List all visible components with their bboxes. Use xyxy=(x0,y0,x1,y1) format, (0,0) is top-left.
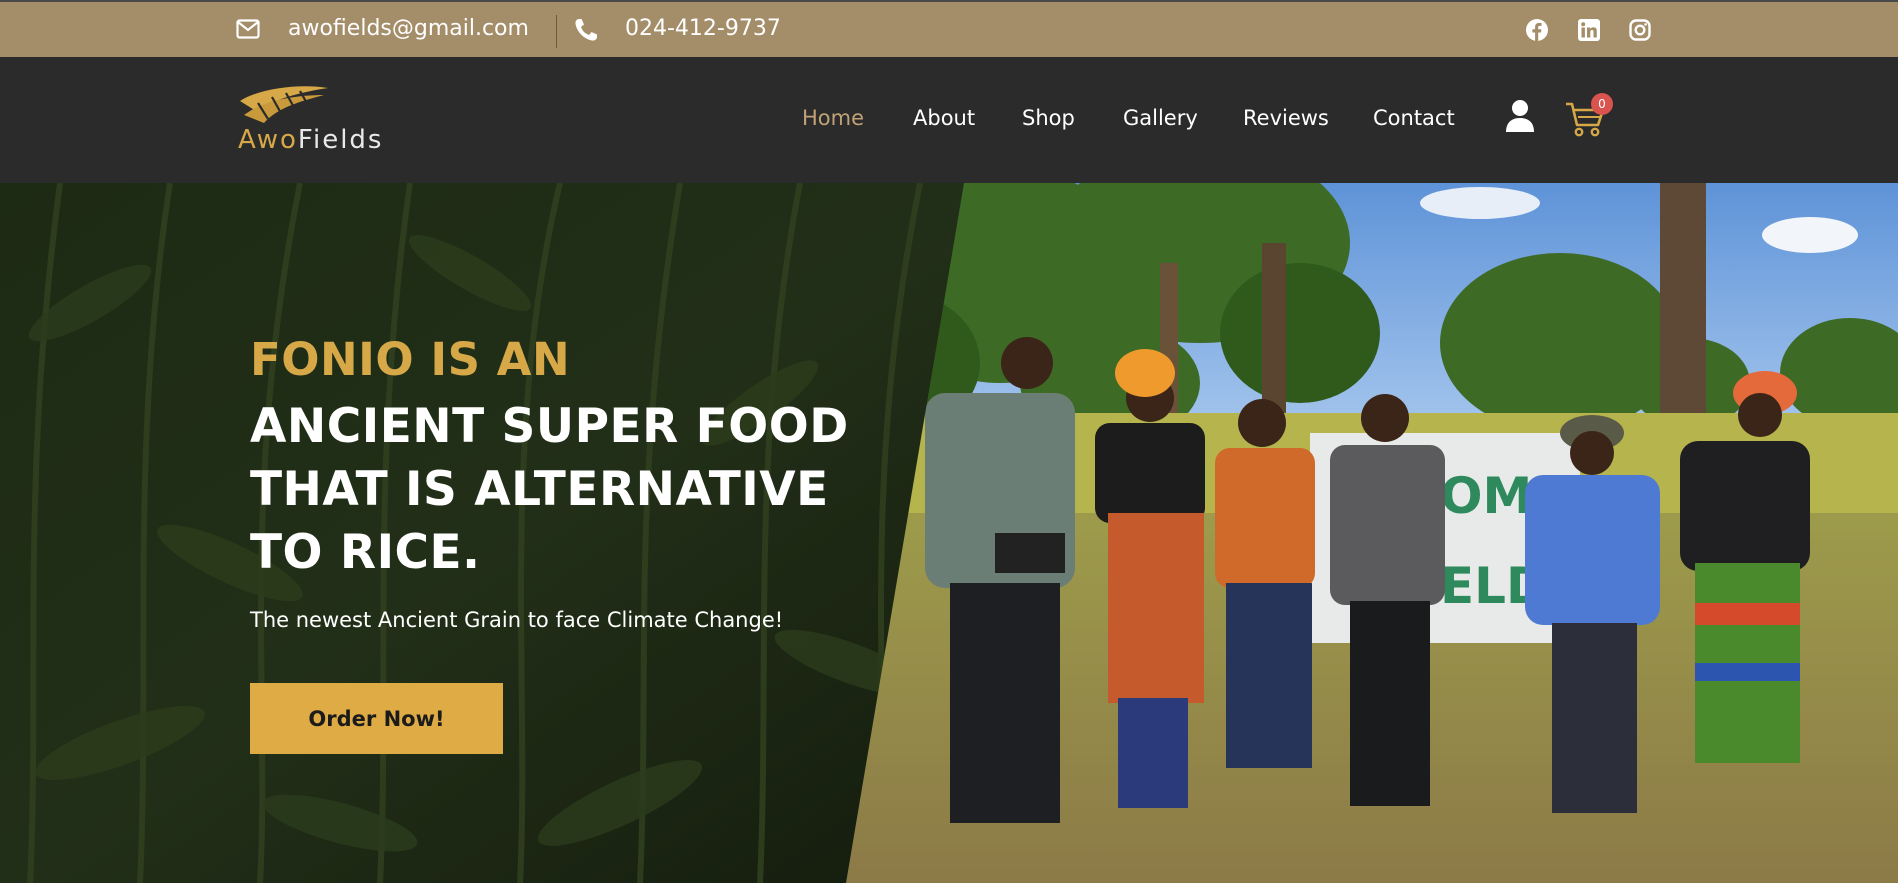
nav-shop[interactable]: Shop xyxy=(1022,106,1075,130)
top-contact-bar: awofields@gmail.com 024-412-9737 xyxy=(0,0,1898,57)
nav-about[interactable]: About xyxy=(913,106,975,130)
hero-section: OME ELD FONIO IS AN ANCIENT SUPER FOOD T… xyxy=(0,183,1898,883)
hero-title: ANCIENT SUPER FOOD THAT IS ALTERNATIVE T… xyxy=(250,399,849,580)
linkedin-icon[interactable] xyxy=(1578,19,1600,41)
main-header: AwoFields Home About Shop Gallery Review… xyxy=(0,57,1898,183)
facebook-icon[interactable] xyxy=(1526,19,1548,41)
nav-gallery[interactable]: Gallery xyxy=(1123,106,1198,130)
phone-icon xyxy=(575,19,597,41)
contact-phone[interactable]: 024-412-9737 xyxy=(625,16,781,41)
instagram-icon[interactable] xyxy=(1629,19,1651,41)
nav-reviews[interactable]: Reviews xyxy=(1243,106,1329,130)
site-logo[interactable]: AwoFields xyxy=(238,85,388,155)
contact-email[interactable]: awofields@gmail.com xyxy=(288,16,529,41)
nav-home[interactable]: Home xyxy=(802,106,864,130)
envelope-icon xyxy=(236,19,260,39)
cart-count-badge: 0 xyxy=(1591,93,1613,115)
user-account-icon[interactable] xyxy=(1505,99,1535,133)
hero-subtitle: The newest Ancient Grain to face Climate… xyxy=(250,608,784,632)
logo-wordmark: AwoFields xyxy=(238,125,384,155)
hero-title-highlight: FONIO IS AN xyxy=(250,333,571,386)
contact-divider xyxy=(556,15,557,48)
wheat-field-logo-icon xyxy=(240,86,328,123)
order-now-button[interactable]: Order Now! xyxy=(250,683,503,754)
nav-contact[interactable]: Contact xyxy=(1373,106,1455,130)
